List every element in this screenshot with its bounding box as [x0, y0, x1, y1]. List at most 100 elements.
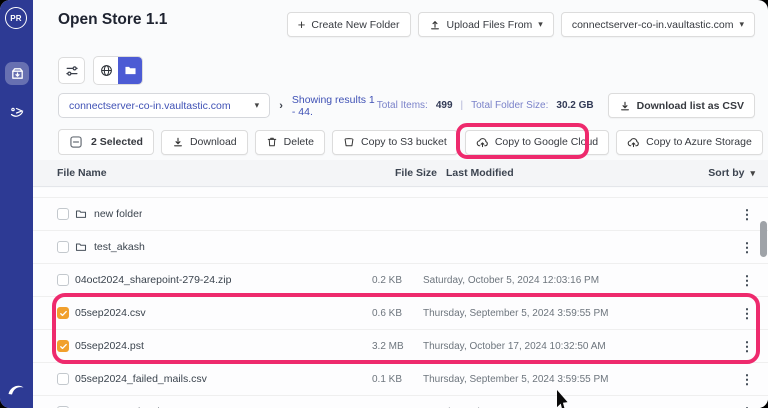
- upload-icon: [429, 19, 441, 31]
- chevron-right-icon: ›: [279, 100, 283, 112]
- sort-by-control[interactable]: Sort by ▾: [708, 167, 755, 179]
- avatar[interactable]: PR: [5, 7, 27, 29]
- folder-icon: [124, 64, 137, 77]
- copy-to-azure-button[interactable]: Copy to Azure Storage: [616, 130, 763, 155]
- upload-files-from-button[interactable]: Upload Files From ▾: [418, 12, 554, 37]
- file-modified: Thursday, October 17, 2024 10:32:50 AM: [423, 341, 734, 352]
- file-size: 3.2 MB: [372, 341, 423, 352]
- file-name: test_akash: [94, 241, 145, 253]
- web-view-toggle[interactable]: [94, 57, 118, 84]
- table-row[interactable]: new folder ⋮: [33, 198, 768, 231]
- globe-icon: [100, 64, 113, 77]
- download-icon: [172, 136, 184, 148]
- download-button[interactable]: Download: [161, 130, 248, 155]
- row-checkbox[interactable]: [57, 373, 69, 385]
- copy-to-google-cloud-button[interactable]: Copy to Google Cloud: [465, 130, 609, 155]
- kebab-menu-icon[interactable]: ⋮: [734, 274, 760, 287]
- scrollbar-thumb[interactable]: [760, 221, 767, 257]
- kebab-menu-icon[interactable]: ⋮: [734, 307, 760, 320]
- table-header: File Name File Size Last Modified Sort b…: [33, 160, 768, 187]
- file-size: 0.2 KB: [372, 275, 423, 286]
- view-toggle: [93, 56, 143, 85]
- sidebar: PR: [0, 0, 33, 408]
- row-checkbox[interactable]: [57, 208, 69, 220]
- bucket-icon: [343, 136, 355, 148]
- table-row[interactable]: 04oct2024_sharepoint-279-24.zip 0.2 KB S…: [33, 264, 768, 297]
- brand-logo: [6, 379, 27, 399]
- file-modified: Thursday, September 5, 2024 3:59:55 PM: [423, 374, 734, 385]
- file-name: 05sep2024.csv: [75, 307, 146, 319]
- download-csv-label: Download list as CSV: [637, 100, 744, 112]
- total-size-value: 30.2 GB: [556, 100, 593, 111]
- cloud-upload-icon: [476, 136, 489, 149]
- download-icon: [619, 100, 631, 112]
- bulk-action-toolbar: 2 Selected Download Delete: [58, 129, 763, 155]
- trash-icon: [266, 136, 278, 148]
- create-new-folder-button[interactable]: + Create New Folder: [287, 12, 411, 37]
- file-modified: Saturday, October 5, 2024 12:03:16 PM: [423, 275, 734, 286]
- swoosh-icon: [9, 104, 25, 120]
- main-content: Open Store 1.1 + Create New Folder Uploa…: [33, 0, 768, 408]
- total-items-label: Total Items:: [377, 100, 428, 111]
- kebab-menu-icon[interactable]: ⋮: [734, 373, 760, 386]
- topbar: + Create New Folder Upload Files From ▾ …: [287, 12, 755, 37]
- download-csv-button[interactable]: Download list as CSV: [608, 93, 755, 118]
- filter-settings-button[interactable]: [58, 57, 85, 84]
- check-icon: [59, 342, 68, 351]
- server-dropdown-top[interactable]: connectserver-co-in.vaultastic.com ▾: [561, 12, 755, 37]
- file-size: 0.1 KB: [372, 374, 423, 385]
- cloud-upload-icon: [627, 136, 640, 149]
- selection-count-label: 2 Selected: [91, 136, 143, 148]
- copy-to-azure-label: Copy to Azure Storage: [646, 136, 752, 148]
- filter-bar: [58, 56, 143, 85]
- table-row[interactable]: 10sep2024_site.zip 1.3 KB Tuesday, Febru…: [33, 396, 768, 408]
- table-row[interactable]: 05sep2024_failed_mails.csv 0.1 KB Thursd…: [33, 363, 768, 396]
- folder-icon: [75, 241, 87, 253]
- selection-chip[interactable]: 2 Selected: [58, 129, 154, 155]
- plus-icon: +: [298, 18, 306, 31]
- stats-separator: |: [461, 100, 464, 111]
- copy-to-s3-button[interactable]: Copy to S3 bucket: [332, 130, 458, 155]
- breadcrumb: connectserver-co-in.vaultastic.com ▾ › S…: [58, 93, 755, 118]
- server-dropdown-breadcrumb-value: connectserver-co-in.vaultastic.com: [69, 100, 231, 112]
- caret-down-icon: ▾: [538, 20, 543, 29]
- server-dropdown-breadcrumb[interactable]: connectserver-co-in.vaultastic.com ▾: [58, 93, 270, 118]
- sidebar-item-flows[interactable]: [5, 100, 29, 123]
- total-items-value: 499: [436, 100, 453, 111]
- delete-label: Delete: [284, 136, 314, 148]
- column-header-file-name: File Name: [57, 167, 395, 179]
- row-checkbox[interactable]: [57, 274, 69, 286]
- stats-bar: Total Items: 499 | Total Folder Size: 30…: [377, 93, 755, 118]
- brand-swoosh-icon: [6, 379, 27, 399]
- kebab-menu-icon[interactable]: ⋮: [734, 241, 760, 254]
- sidebar-item-store[interactable]: [5, 62, 29, 85]
- folder-view-toggle[interactable]: [118, 57, 142, 84]
- row-checkbox[interactable]: [57, 340, 69, 352]
- upload-files-from-label: Upload Files From: [447, 19, 533, 31]
- column-header-last-modified: Last Modified: [446, 167, 708, 179]
- server-dropdown-top-value: connectserver-co-in.vaultastic.com: [572, 19, 734, 31]
- table-row[interactable]: test_akash ⋮: [33, 231, 768, 264]
- caret-down-icon: ▾: [739, 20, 744, 29]
- column-header-file-size: File Size: [395, 167, 446, 179]
- row-checkbox[interactable]: [57, 241, 69, 253]
- check-icon: [59, 309, 68, 318]
- file-name: 05sep2024_failed_mails.csv: [75, 373, 207, 385]
- delete-button[interactable]: Delete: [255, 130, 325, 155]
- sort-by-label: Sort by: [708, 167, 744, 179]
- copy-to-s3-label: Copy to S3 bucket: [361, 136, 447, 148]
- tune-sliders-icon: [65, 64, 79, 78]
- file-name: new folder: [94, 208, 142, 220]
- download-label: Download: [190, 136, 237, 148]
- caret-down-icon: ▾: [750, 169, 755, 178]
- results-count: Showing results 1 - 44.: [292, 94, 377, 118]
- page-title: Open Store 1.1: [58, 11, 167, 29]
- copy-to-google-cloud-label: Copy to Google Cloud: [495, 136, 598, 148]
- table-row[interactable]: 05sep2024.csv 0.6 KB Thursday, September…: [33, 297, 768, 330]
- kebab-menu-icon[interactable]: ⋮: [734, 340, 760, 353]
- kebab-menu-icon[interactable]: ⋮: [734, 208, 760, 221]
- row-checkbox[interactable]: [57, 307, 69, 319]
- app-window: PR Open Store 1.1: [0, 0, 768, 408]
- table-row[interactable]: mash ⋮: [33, 188, 768, 198]
- table-row[interactable]: 05sep2024.pst 3.2 MB Thursday, October 1…: [33, 330, 768, 363]
